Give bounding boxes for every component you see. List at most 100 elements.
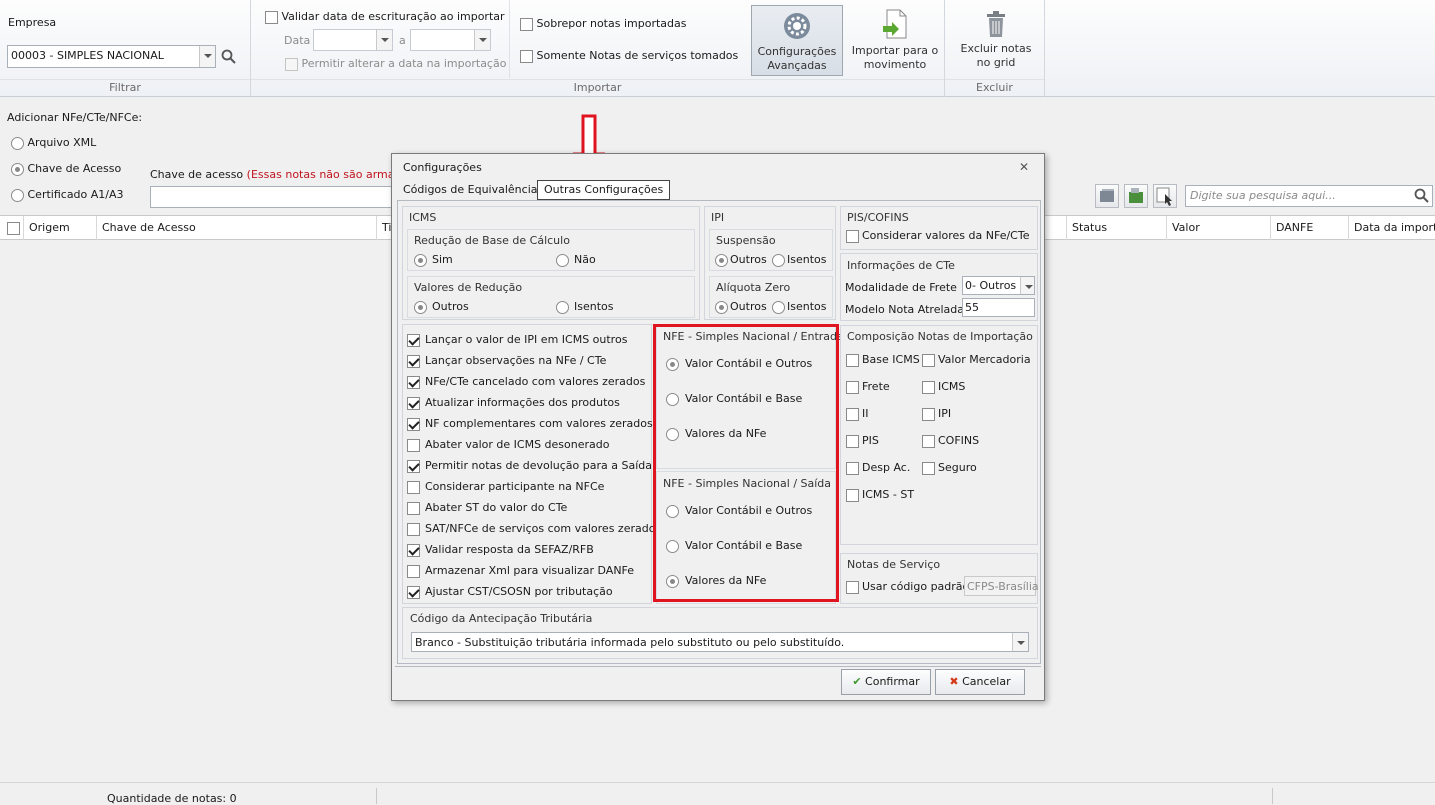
column-header[interactable]: DANFE — [1270, 216, 1348, 240]
radio[interactable] — [414, 300, 427, 314]
option-checkbox[interactable]: Ajustar CST/CSOSN por tributação — [407, 585, 613, 599]
checkbox[interactable] — [407, 354, 420, 368]
export-excel-icon[interactable] — [1124, 184, 1148, 208]
checkbox[interactable] — [407, 438, 420, 452]
composicao-checkbox[interactable]: Seguro — [922, 461, 977, 475]
option-checkbox[interactable]: Lançar o valor de IPI em ICMS outros — [407, 333, 627, 347]
permitir-alterar-checkbox[interactable]: Permitir alterar a data na importação — [285, 57, 506, 71]
data-fim-field[interactable] — [410, 29, 491, 51]
composicao-checkbox[interactable]: Desp Ac. — [846, 461, 910, 475]
chevron-down-icon[interactable] — [1012, 633, 1028, 651]
chevron-down-icon[interactable] — [376, 30, 392, 50]
composicao-checkbox[interactable]: II — [846, 407, 869, 421]
outros-radio[interactable]: Outros — [414, 300, 469, 314]
checkbox[interactable] — [846, 580, 859, 594]
sobrepor-checkbox[interactable]: Sobrepor notas importadas — [520, 17, 686, 31]
importar-movimento-button[interactable]: Importar para o movimento — [851, 5, 939, 76]
chave-acesso-input[interactable] — [150, 186, 395, 208]
tab-codigos-equivalencia[interactable]: Códigos de Equivalência — [397, 181, 544, 201]
certificado-radio[interactable]: Certificado A1/A3 — [11, 188, 124, 202]
empresa-combo[interactable]: 00003 - SIMPLES NACIONAL — [7, 45, 216, 68]
search-input[interactable]: Digite sua pesquisa aqui... — [1185, 185, 1433, 207]
considerar-valores-checkbox[interactable]: Considerar valores da NFe/CTe — [846, 229, 1029, 243]
checkbox[interactable] — [265, 10, 278, 24]
search-icon[interactable] — [221, 49, 237, 65]
radio[interactable] — [715, 253, 728, 267]
composicao-checkbox[interactable]: PIS — [846, 434, 879, 448]
option-checkbox[interactable]: SAT/NFCe de serviços com valores zerados — [407, 522, 661, 536]
codigo-padrao-field[interactable]: CFPS-Brasília — [964, 576, 1039, 596]
composicao-checkbox[interactable]: IPI — [922, 407, 951, 421]
radio[interactable] — [556, 253, 569, 267]
arquivo-xml-radio[interactable]: Arquivo XML — [11, 136, 96, 150]
chave-acesso-radio[interactable]: Chave de Acesso — [11, 162, 121, 176]
checkbox[interactable] — [285, 57, 298, 71]
option-checkbox[interactable]: NF complementares com valores zerados — [407, 417, 653, 431]
checkbox[interactable] — [922, 407, 935, 421]
option-checkbox[interactable]: Permitir notas de devolução para a Saída — [407, 459, 652, 473]
chevron-down-icon[interactable] — [474, 30, 490, 50]
column-header[interactable]: Chave de Acesso — [96, 216, 376, 240]
checkbox[interactable] — [407, 522, 420, 536]
chevron-down-icon[interactable] — [1020, 277, 1034, 294]
usar-codigo-checkbox[interactable]: Usar código padrão — [846, 580, 969, 594]
composicao-checkbox[interactable]: COFINS — [922, 434, 979, 448]
radio[interactable] — [715, 300, 728, 314]
option-checkbox[interactable]: Abater valor de ICMS desonerado — [407, 438, 609, 452]
checkbox[interactable] — [846, 434, 859, 448]
chevron-down-icon[interactable] — [199, 46, 215, 67]
composicao-checkbox[interactable]: Valor Mercadoria — [922, 353, 1031, 367]
checkbox[interactable] — [922, 461, 935, 475]
checkbox[interactable] — [520, 17, 533, 31]
radio[interactable] — [772, 253, 785, 267]
cancelar-button[interactable]: ✖ Cancelar — [935, 669, 1025, 695]
select-cursor-icon[interactable] — [1153, 184, 1177, 208]
radio[interactable] — [11, 136, 24, 150]
checkbox[interactable] — [846, 229, 859, 243]
checkbox[interactable] — [407, 480, 420, 494]
config-avancadas-button[interactable]: Configurações Avançadas — [751, 5, 843, 76]
checkbox[interactable] — [846, 380, 859, 394]
composicao-checkbox[interactable]: ICMS — [922, 380, 965, 394]
radio[interactable] — [772, 300, 785, 314]
isentos-radio[interactable]: Isentos — [556, 300, 614, 314]
checkbox[interactable] — [846, 407, 859, 421]
column-header[interactable]: Valor — [1166, 216, 1270, 240]
composicao-checkbox[interactable]: ICMS - ST — [846, 488, 914, 502]
checkbox[interactable] — [407, 585, 420, 599]
checkbox[interactable] — [922, 353, 935, 367]
checkbox[interactable] — [407, 396, 420, 410]
composicao-checkbox[interactable]: Frete — [846, 380, 890, 394]
option-checkbox[interactable]: Armazenar Xml para visualizar DANFe — [407, 564, 634, 578]
validar-data-checkbox[interactable]: Validar data de escrituração ao importar — [265, 10, 505, 24]
checkbox[interactable] — [407, 417, 420, 431]
checkbox[interactable] — [407, 333, 420, 347]
modalidade-select[interactable]: 0- Outros — [962, 276, 1035, 295]
radio[interactable] — [11, 162, 24, 176]
checkbox[interactable] — [407, 501, 420, 515]
confirmar-button[interactable]: ✔ Confirmar — [841, 669, 931, 695]
excluir-notas-button[interactable]: Excluir notas no grid — [953, 5, 1039, 76]
tab-outras-configuracoes[interactable]: Outras Configurações — [537, 180, 671, 200]
somente-servicos-checkbox[interactable]: Somente Notas de serviços tomados — [520, 49, 738, 63]
checkbox[interactable] — [407, 459, 420, 473]
option-checkbox[interactable]: Atualizar informações dos produtos — [407, 396, 620, 410]
column-header[interactable]: Data da importa — [1348, 216, 1435, 240]
column-header[interactable]: Status — [1066, 216, 1166, 240]
option-checkbox[interactable]: Considerar participante na NFCe — [407, 480, 604, 494]
nao-radio[interactable]: Não — [556, 253, 596, 267]
radio[interactable] — [11, 188, 24, 202]
search-icon[interactable] — [1414, 188, 1430, 204]
option-checkbox[interactable]: Validar resposta da SEFAZ/RFB — [407, 543, 594, 557]
option-checkbox[interactable]: Abater ST do valor do CTe — [407, 501, 567, 515]
column-header[interactable]: Origem — [23, 216, 96, 240]
sim-radio[interactable]: Sim — [414, 253, 453, 267]
checkbox[interactable] — [922, 380, 935, 394]
checkbox[interactable] — [407, 543, 420, 557]
option-checkbox[interactable]: Lançar observações na NFe / CTe — [407, 354, 606, 368]
select-all-checkbox[interactable] — [7, 221, 20, 235]
data-inicio-field[interactable] — [313, 29, 393, 51]
checkbox[interactable] — [922, 434, 935, 448]
checkbox[interactable] — [520, 49, 533, 63]
checkbox[interactable] — [407, 375, 420, 389]
